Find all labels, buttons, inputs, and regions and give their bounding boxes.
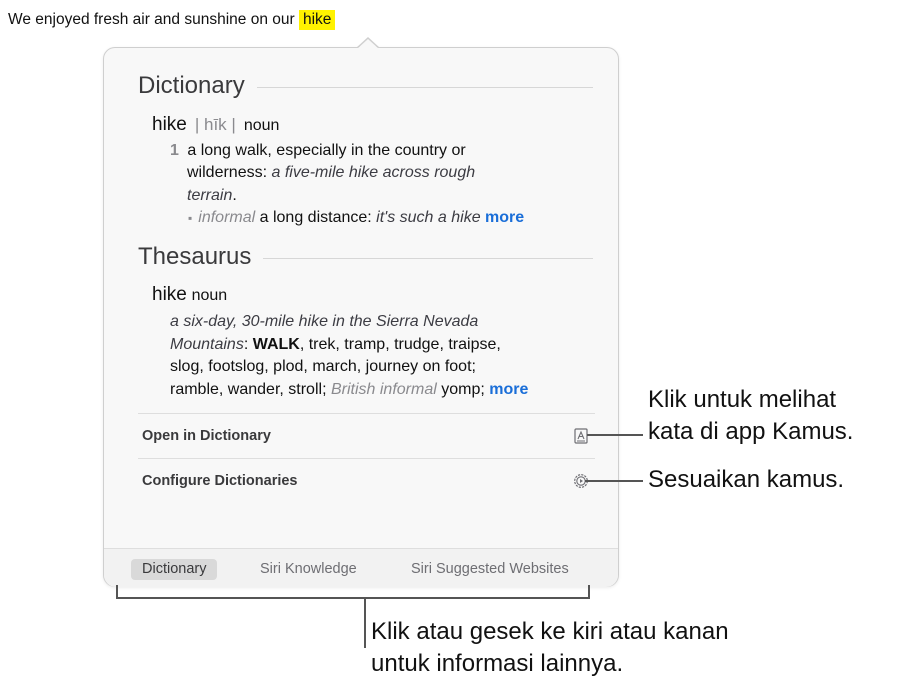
highlighted-word[interactable]: hike: [298, 10, 336, 30]
subsense-example: it's such a hike: [376, 209, 481, 226]
definition-line-3: terrain.: [187, 185, 237, 208]
callout-open-line-1: Klik untuk melihat: [648, 386, 837, 413]
thesaurus-example-2: Mountains: [170, 335, 244, 353]
primary-synonym: WALK: [252, 335, 300, 353]
dictionary-headword: hike: [152, 114, 187, 135]
synonyms-3: ramble, wander, stroll;: [170, 380, 327, 398]
definition-text-2: wilderness:: [187, 164, 268, 181]
definition-period: .: [232, 187, 237, 204]
definition-example-2: terrain: [187, 187, 233, 204]
callout-open-line-2: kata di app Kamus.: [648, 418, 854, 445]
bullet: ▪: [188, 211, 193, 225]
register-label: informal: [198, 209, 256, 226]
bracket-right: [588, 585, 590, 599]
thesaurus-example-1: a six-day, 30-mile hike in the Sierra Ne…: [170, 313, 479, 330]
subsense-line: ▪ informal a long distance: it's such a h…: [188, 207, 524, 230]
thesaurus-line-2: Mountains: WALK, trek, tramp, trudge, tr…: [170, 334, 600, 357]
thesaurus-more-link[interactable]: more: [489, 381, 528, 398]
open-in-dictionary-label: Open in Dictionary: [142, 428, 271, 444]
tab-dictionary[interactable]: Dictionary: [131, 559, 218, 580]
callout-configure: Sesuaikan kamus.: [648, 464, 844, 496]
callout-swipe-line-2: untuk informasi lainnya.: [371, 650, 624, 677]
configure-dictionaries-button[interactable]: Configure Dictionaries: [138, 458, 595, 503]
callout-line-configure: [585, 480, 643, 482]
callout-configure-text: Sesuaikan kamus.: [648, 466, 845, 493]
subsense-text: a long distance:: [259, 209, 372, 226]
thesaurus-line-4: ramble, wander, stroll; British informal…: [170, 379, 600, 402]
callout-swipe: Klik atau gesek ke kiri atau kanan untuk…: [371, 616, 729, 680]
synonyms-1: , trek, tramp, trudge, traipse,: [299, 335, 501, 353]
colon: :: [243, 335, 249, 353]
definition-example-1: a five-mile hike across rough: [271, 164, 476, 181]
thesaurus-line-1: a six-day, 30-mile hike in the Sierra Ne…: [170, 311, 600, 334]
thesaurus-section-heading: Thesaurus: [138, 243, 593, 271]
thesaurus-register: British informal: [330, 380, 437, 398]
definition-line-2: wilderness: a five-mile hike across roug…: [187, 162, 475, 185]
bracket-bottom: [116, 597, 590, 599]
dictionary-book-icon: [573, 428, 589, 444]
tab-siri-knowledge[interactable]: Siri Knowledge: [249, 559, 368, 580]
heading-rule: [263, 258, 593, 259]
definition-text-1: a long walk, especially in the country o…: [187, 142, 466, 159]
thesaurus-part-of-speech: noun: [191, 287, 228, 304]
popover-arrow-fill: [357, 39, 379, 49]
sentence-text: We enjoyed fresh air and sunshine on our: [8, 11, 295, 28]
dictionary-more-link[interactable]: more: [485, 209, 524, 226]
dictionary-section-heading: Dictionary: [138, 72, 593, 100]
definition-line-1: 1 a long walk, especially in the country…: [170, 140, 466, 163]
thesaurus-line-3: slog, footslog, plod, march, journey on …: [170, 356, 600, 379]
dictionary-heading: Dictionary: [138, 72, 245, 99]
configure-dictionaries-label: Configure Dictionaries: [142, 473, 298, 489]
source-tab-bar: Dictionary Siri Knowledge Siri Suggested…: [104, 548, 618, 587]
heading-rule: [256, 87, 593, 88]
callout-swipe-line-1: Klik atau gesek ke kiri atau kanan: [371, 618, 729, 645]
open-in-dictionary-button[interactable]: Open in Dictionary: [138, 413, 595, 458]
synonyms-4: yomp;: [441, 380, 485, 398]
synonyms-2: slog, footslog, plod, march, journey on …: [170, 358, 476, 375]
lookup-popover: Dictionary hike | hīk | noun 1 a long walk…: [103, 47, 619, 587]
thesaurus-headword: hike: [152, 284, 187, 305]
callout-line-open: [587, 434, 643, 436]
callout-open-dictionary: Klik untuk melihat kata di app Kamus.: [648, 384, 853, 448]
part-of-speech: noun: [243, 117, 280, 134]
pronunciation: | hīk |: [194, 115, 236, 134]
dictionary-headword-line: hike | hīk | noun: [152, 114, 279, 136]
thesaurus-headword-line: hike noun: [152, 284, 227, 306]
tab-siri-suggested-websites[interactable]: Siri Suggested Websites: [400, 559, 580, 580]
sample-sentence: We enjoyed fresh air and sunshine on our…: [8, 10, 336, 30]
thesaurus-heading: Thesaurus: [138, 243, 252, 270]
bracket-stem: [364, 598, 366, 648]
thesaurus-entry: a six-day, 30-mile hike in the Sierra Ne…: [170, 311, 600, 401]
sense-number: 1: [170, 142, 179, 159]
